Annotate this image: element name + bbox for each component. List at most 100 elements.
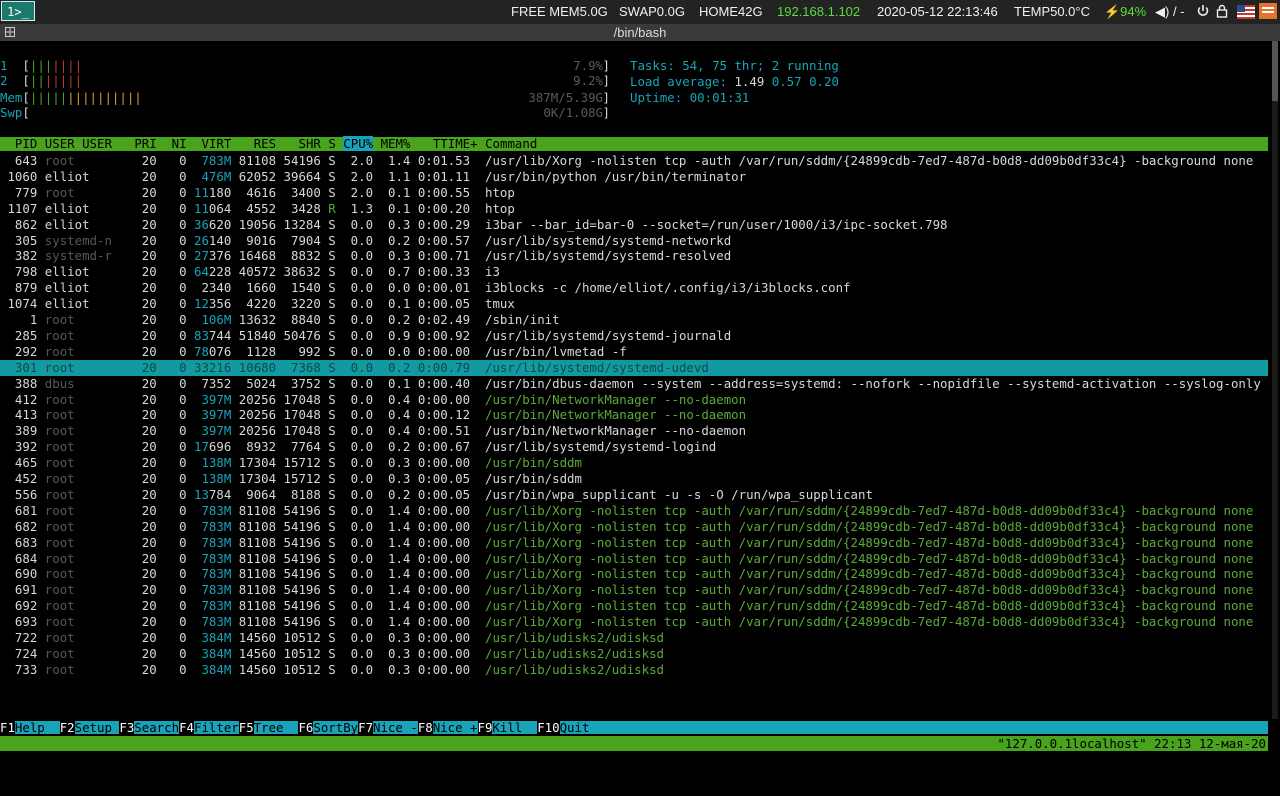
- virt-high-digits: 33: [186, 359, 209, 375]
- table-row[interactable]: 305 systemd-n 20 0 26140 9016 7904 S 0.0…: [0, 233, 1268, 249]
- table-row[interactable]: 388 dbus 20 0 7352 5024 3752 S 0.0 0.1 0…: [0, 376, 1268, 392]
- process-table-header[interactable]: PID USER USER PRI NI VIRT RES SHR S CPU%…: [0, 136, 1268, 151]
- table-row[interactable]: 684 root 20 0 783M 81108 54196 S 0.0 1.4…: [0, 551, 1268, 567]
- column-header-s[interactable]: S: [328, 136, 335, 151]
- table-row[interactable]: 1060 elliot 20 0 476M 62052 39664 S 2.0 …: [0, 169, 1268, 185]
- column-header-mem[interactable]: MEM%: [381, 136, 411, 151]
- column-header-ni[interactable]: NI: [172, 136, 187, 151]
- table-row[interactable]: 1074 elliot 20 0 12356 4220 3220 S 0.0 0…: [0, 296, 1268, 312]
- shr-cell: 17048: [276, 391, 321, 407]
- fkey-label-f10[interactable]: Quit: [560, 720, 605, 735]
- table-row[interactable]: 692 root 20 0 783M 81108 54196 S 0.0 1.4…: [0, 598, 1268, 614]
- column-header-pid[interactable]: PID: [15, 136, 37, 151]
- window-layout-icon[interactable]: [5, 27, 15, 37]
- table-row[interactable]: 643 root 20 0 783M 81108 54196 S 2.0 1.4…: [0, 153, 1268, 169]
- table-row[interactable]: 465 root 20 0 138M 17304 15712 S 0.0 0.3…: [0, 455, 1268, 471]
- fkey-label-f4[interactable]: Filter: [194, 720, 239, 735]
- table-row[interactable]: 556 root 20 0 13784 9064 8188 S 0.0 0.2 …: [0, 487, 1268, 503]
- meter-mem: Mem[||||||||||||||| 387M/5.39G]: [0, 90, 610, 106]
- fkey-f5[interactable]: F5: [238, 720, 254, 735]
- table-row[interactable]: 1 root 20 0 106M 13632 8840 S 0.0 0.2 0:…: [0, 312, 1268, 328]
- fkey-label-f3[interactable]: Search: [134, 720, 179, 735]
- fkey-label-f9[interactable]: Kill: [492, 720, 537, 735]
- virt-cell: 17696: [187, 439, 231, 454]
- meter-bracket-open: [: [22, 73, 30, 88]
- function-key-bar[interactable]: F1Help F2Setup F3SearchF4FilterF5Tree F6…: [0, 720, 1268, 735]
- nice-cell: 0: [156, 439, 187, 455]
- user-cell: root: [37, 645, 112, 661]
- table-row[interactable]: 412 root 20 0 397M 20256 17048 S 0.0 0.4…: [0, 392, 1268, 408]
- window-titlebar[interactable]: /bin/bash: [0, 24, 1280, 41]
- virt-cell: 36620: [187, 217, 231, 232]
- pid-cell: 382: [0, 248, 38, 264]
- table-row[interactable]: 413 root 20 0 397M 20256 17048 S 0.0 0.4…: [0, 407, 1268, 423]
- mem-cell: 0.7: [373, 264, 411, 280]
- fkey-f4[interactable]: F4: [179, 720, 194, 735]
- virt-cell: 138M: [187, 455, 231, 470]
- fkey-f1[interactable]: F1: [0, 720, 15, 735]
- volume-status[interactable]: ◀) / -: [1155, 0, 1185, 24]
- tmux-window-list[interactable]: [0] 0:htop*: [30, 751, 112, 766]
- table-row[interactable]: 690 root 20 0 783M 81108 54196 S 0.0 1.4…: [0, 566, 1268, 582]
- column-header-time[interactable]: TIME+: [440, 136, 477, 151]
- state-cell: S: [320, 630, 336, 645]
- table-row[interactable]: 779 root 20 0 11180 4616 3400 S 2.0 0.1 …: [0, 185, 1268, 201]
- table-row[interactable]: 389 root 20 0 397M 20256 17048 S 0.0 0.4…: [0, 423, 1268, 439]
- fkey-f2[interactable]: F2: [59, 720, 75, 735]
- power-icon[interactable]: [1196, 0, 1210, 24]
- shr-cell: 3400: [276, 184, 321, 200]
- cpu-cell: 0.0: [335, 614, 374, 630]
- column-header-cpu[interactable]: CPU%: [343, 136, 374, 151]
- table-row[interactable]: 691 root 20 0 783M 81108 54196 S 0.0 1.4…: [0, 582, 1268, 598]
- scrollbar[interactable]: [1272, 41, 1278, 719]
- fkey-f6[interactable]: F6: [298, 720, 314, 735]
- table-row[interactable]: 693 root 20 0 783M 81108 54196 S 0.0 1.4…: [0, 614, 1268, 630]
- table-row[interactable]: 681 root 20 0 783M 81108 54196 S 0.0 1.4…: [0, 503, 1268, 519]
- fkey-f9[interactable]: F9: [477, 720, 493, 735]
- fkey-label-f7[interactable]: Nice -: [373, 720, 418, 735]
- table-row[interactable]: 1107 elliot 20 0 11064 4552 3428 R 1.3 0…: [0, 201, 1268, 217]
- table-row[interactable]: 292 root 20 0 78076 1128 992 S 0.0 0.0 0…: [0, 344, 1268, 360]
- fkey-label-f5[interactable]: Tree: [254, 720, 299, 735]
- column-header-virt[interactable]: VIRT: [201, 136, 231, 151]
- priority-cell: 20: [111, 153, 157, 168]
- table-row[interactable]: 733 root 20 0 384M 14560 10512 S 0.0 0.3…: [0, 662, 1268, 678]
- table-row[interactable]: 879 elliot 20 0 2340 1660 1540 S 0.0 0.0…: [0, 280, 1268, 296]
- table-row[interactable]: 724 root 20 0 384M 14560 10512 S 0.0 0.3…: [0, 646, 1268, 662]
- table-row[interactable]: 862 elliot 20 0 36620 19056 13284 S 0.0 …: [0, 217, 1268, 233]
- table-row[interactable]: 682 root 20 0 783M 81108 54196 S 0.0 1.4…: [0, 519, 1268, 535]
- app-tray-icon[interactable]: [1259, 0, 1277, 24]
- table-row[interactable]: 452 root 20 0 138M 17304 15712 S 0.0 0.3…: [0, 471, 1268, 487]
- column-header-shr[interactable]: SHR: [298, 136, 320, 151]
- column-header-user[interactable]: USER: [82, 136, 112, 151]
- lock-icon[interactable]: [1216, 0, 1228, 24]
- workspace-button[interactable]: 1>_: [1, 1, 35, 21]
- fkey-label-f8[interactable]: Nice +: [433, 720, 478, 735]
- mem-cell: 1.1: [373, 168, 411, 184]
- scrollbar-thumb[interactable]: [1272, 41, 1278, 101]
- column-header-pri[interactable]: PRI: [134, 136, 156, 151]
- us-flag-icon[interactable]: [1237, 0, 1255, 24]
- column-header-res[interactable]: RES: [254, 136, 276, 151]
- table-row[interactable]: 301 root 20 0 33216 10680 7368 S 0.0 0.2…: [0, 359, 1268, 376]
- fkey-f8[interactable]: F8: [417, 720, 433, 735]
- pid-cell: 691: [0, 582, 38, 598]
- table-row[interactable]: 683 root 20 0 783M 81108 54196 S 0.0 1.4…: [0, 535, 1268, 551]
- command-cell: /usr/bin/dbus-daemon --system --address=…: [470, 375, 1261, 391]
- column-header-command[interactable]: Command: [485, 136, 537, 151]
- fkey-label-f6[interactable]: SortBy: [313, 720, 358, 735]
- time-cell: 0:00.79: [410, 359, 471, 375]
- res-cell: 81108: [231, 518, 277, 534]
- fkey-f7[interactable]: F7: [358, 720, 374, 735]
- table-row[interactable]: 285 root 20 0 83744 51840 50476 S 0.0 0.…: [0, 328, 1268, 344]
- fkey-label-f1[interactable]: Help: [15, 720, 60, 735]
- fkey-label-f2[interactable]: Setup: [75, 720, 120, 735]
- fkey-f10[interactable]: F10: [537, 720, 560, 735]
- table-row[interactable]: 382 systemd-r 20 0 27376 16468 8832 S 0.…: [0, 248, 1268, 264]
- table-row[interactable]: 392 root 20 0 17696 8932 7764 S 0.0 0.2 …: [0, 439, 1268, 455]
- table-row[interactable]: 722 root 20 0 384M 14560 10512 S 0.0 0.3…: [0, 630, 1268, 646]
- priority-cell: 20: [111, 248, 157, 264]
- table-row[interactable]: 798 elliot 20 0 64228 40572 38632 S 0.0 …: [0, 264, 1268, 280]
- fkey-f3[interactable]: F3: [119, 720, 135, 735]
- terminal-htop[interactable]: 1 [||||||| 7.9%] 2 [||||||| 9.2%] Mem[||||||…: [0, 41, 1280, 766]
